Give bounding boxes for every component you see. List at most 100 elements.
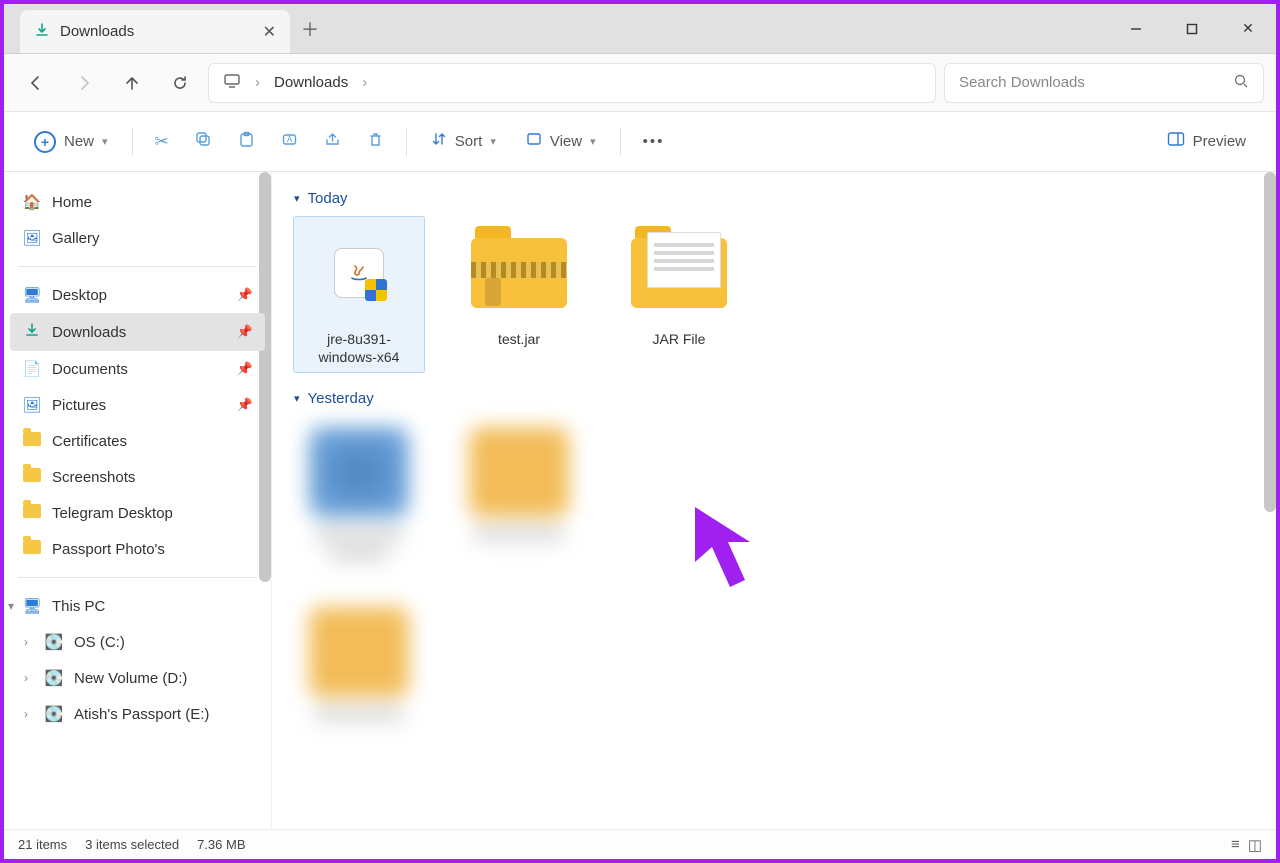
copy-button[interactable]	[185, 123, 222, 161]
sidebar-item-screenshots[interactable]: Screenshots	[10, 459, 265, 495]
back-button[interactable]	[16, 63, 56, 103]
chevron-down-icon: ▾	[490, 135, 496, 148]
breadcrumb[interactable]: › Downloads ›	[208, 63, 936, 103]
title-bar: Downloads ✕ ＋ ✕	[4, 4, 1276, 54]
file-item-jarfile[interactable]: JAR File	[614, 217, 744, 372]
view-icon	[526, 131, 542, 152]
sidebar-item-certificates[interactable]: Certificates	[10, 423, 265, 459]
cut-button[interactable]: ✂	[145, 124, 179, 160]
rename-button[interactable]: A	[271, 123, 308, 161]
chevron-right-icon: ›	[255, 74, 260, 91]
refresh-button[interactable]	[160, 63, 200, 103]
delete-button[interactable]	[357, 123, 394, 161]
blurred-item	[294, 417, 424, 607]
paste-button[interactable]	[228, 123, 265, 161]
chevron-down-icon[interactable]: ▾	[8, 599, 14, 613]
gallery-icon: 🖼	[22, 229, 42, 247]
group-header-yesterday[interactable]: ▾ Yesterday	[294, 390, 1254, 407]
close-tab-icon[interactable]: ✕	[263, 22, 276, 42]
share-icon	[324, 131, 341, 153]
drive-icon: 💽	[44, 705, 64, 723]
sidebar-item-desktop[interactable]: 🖥 Desktop 📌	[10, 277, 265, 313]
preview-icon	[1167, 131, 1185, 152]
blurred-item	[454, 417, 584, 607]
sidebar-item-passport[interactable]: Passport Photo's	[10, 531, 265, 567]
more-button[interactable]: •••	[633, 125, 675, 158]
search-input[interactable]	[959, 74, 1233, 91]
preview-button[interactable]: Preview	[1155, 123, 1258, 160]
breadcrumb-current[interactable]: Downloads	[274, 74, 348, 91]
pin-icon: 📌	[237, 397, 253, 413]
new-button[interactable]: + New ▾	[22, 123, 120, 161]
forward-button[interactable]	[64, 63, 104, 103]
rename-icon: A	[281, 131, 298, 153]
document-icon: 📄	[22, 360, 42, 378]
share-button[interactable]	[314, 123, 351, 161]
sidebar-item-pictures[interactable]: 🖼 Pictures 📌	[10, 387, 265, 423]
address-bar-row: › Downloads ›	[4, 54, 1276, 112]
folder-icon	[22, 432, 42, 450]
chevron-right-icon[interactable]: ›	[24, 707, 28, 721]
chevron-right-icon[interactable]: ›	[24, 671, 28, 685]
more-icon: •••	[643, 133, 665, 150]
sidebar-item-documents[interactable]: 📄 Documents 📌	[10, 351, 265, 387]
drive-icon: 💽	[44, 669, 64, 687]
search-box[interactable]	[944, 63, 1264, 103]
chevron-right-icon[interactable]: ›	[24, 635, 28, 649]
view-button[interactable]: View ▾	[514, 123, 608, 160]
search-icon	[1233, 73, 1249, 93]
monitor-icon: 🖥	[22, 597, 42, 615]
chevron-right-icon: ›	[362, 74, 367, 91]
sidebar-item-drive-e[interactable]: › 💽 Atish's Passport (E:)	[10, 696, 265, 732]
sidebar-item-downloads[interactable]: Downloads 📌	[10, 313, 265, 351]
close-window-button[interactable]: ✕	[1220, 4, 1276, 53]
sidebar-item-drive-c[interactable]: › 💽 OS (C:)	[10, 624, 265, 660]
file-item-jre[interactable]: jre-8u391-windows-x64	[294, 217, 424, 372]
chevron-down-icon: ▾	[102, 135, 108, 148]
paste-icon	[238, 131, 255, 153]
pin-icon: 📌	[237, 324, 253, 340]
svg-text:A: A	[287, 135, 293, 144]
up-button[interactable]	[112, 63, 152, 103]
monitor-icon	[223, 72, 241, 94]
file-label: test.jar	[454, 331, 584, 355]
sidebar-item-this-pc[interactable]: ▾ 🖥 This PC	[10, 588, 265, 624]
folder-icon	[22, 540, 42, 558]
file-list-pane: ▾ Today jre-8u391-windows-x64	[272, 172, 1276, 829]
sidebar-item-drive-d[interactable]: › 💽 New Volume (D:)	[10, 660, 265, 696]
content-scrollbar[interactable]	[1264, 172, 1276, 512]
pin-icon: 📌	[237, 361, 253, 377]
tiles-view-icon[interactable]: ◫	[1248, 836, 1262, 854]
tab-downloads[interactable]: Downloads ✕	[20, 10, 290, 53]
picture-icon: 🖼	[22, 396, 42, 414]
shield-icon	[365, 279, 387, 301]
file-item-testjar[interactable]: test.jar	[454, 217, 584, 372]
pin-icon: 📌	[237, 287, 253, 303]
details-view-icon[interactable]: ≡	[1231, 836, 1240, 854]
home-icon: 🏠	[22, 193, 42, 211]
plus-circle-icon: +	[34, 131, 56, 153]
chevron-down-icon: ▾	[294, 192, 300, 205]
file-label: JAR File	[614, 331, 744, 355]
group-header-today[interactable]: ▾ Today	[294, 190, 1254, 207]
drive-icon: 💽	[44, 633, 64, 651]
new-tab-button[interactable]: ＋	[290, 4, 330, 53]
sidebar-item-gallery[interactable]: 🖼 Gallery	[10, 220, 265, 256]
status-count: 21 items	[18, 837, 67, 852]
sort-icon	[431, 131, 447, 152]
document-folder-icon	[631, 238, 727, 308]
sidebar-item-telegram[interactable]: Telegram Desktop	[10, 495, 265, 531]
delete-icon	[367, 131, 384, 153]
status-size: 7.36 MB	[197, 837, 245, 852]
blurred-item	[294, 597, 424, 757]
minimize-button[interactable]	[1108, 4, 1164, 53]
desktop-icon: 🖥	[22, 286, 42, 304]
download-icon	[34, 22, 50, 42]
download-icon	[22, 322, 42, 342]
sidebar-item-home[interactable]: 🏠 Home	[10, 184, 265, 220]
cut-icon: ✂	[155, 132, 169, 152]
command-bar: + New ▾ ✂ A Sort ▾ View ▾ ••• Preview	[4, 112, 1276, 172]
chevron-down-icon: ▾	[590, 135, 596, 148]
sort-button[interactable]: Sort ▾	[419, 123, 508, 160]
maximize-button[interactable]	[1164, 4, 1220, 53]
